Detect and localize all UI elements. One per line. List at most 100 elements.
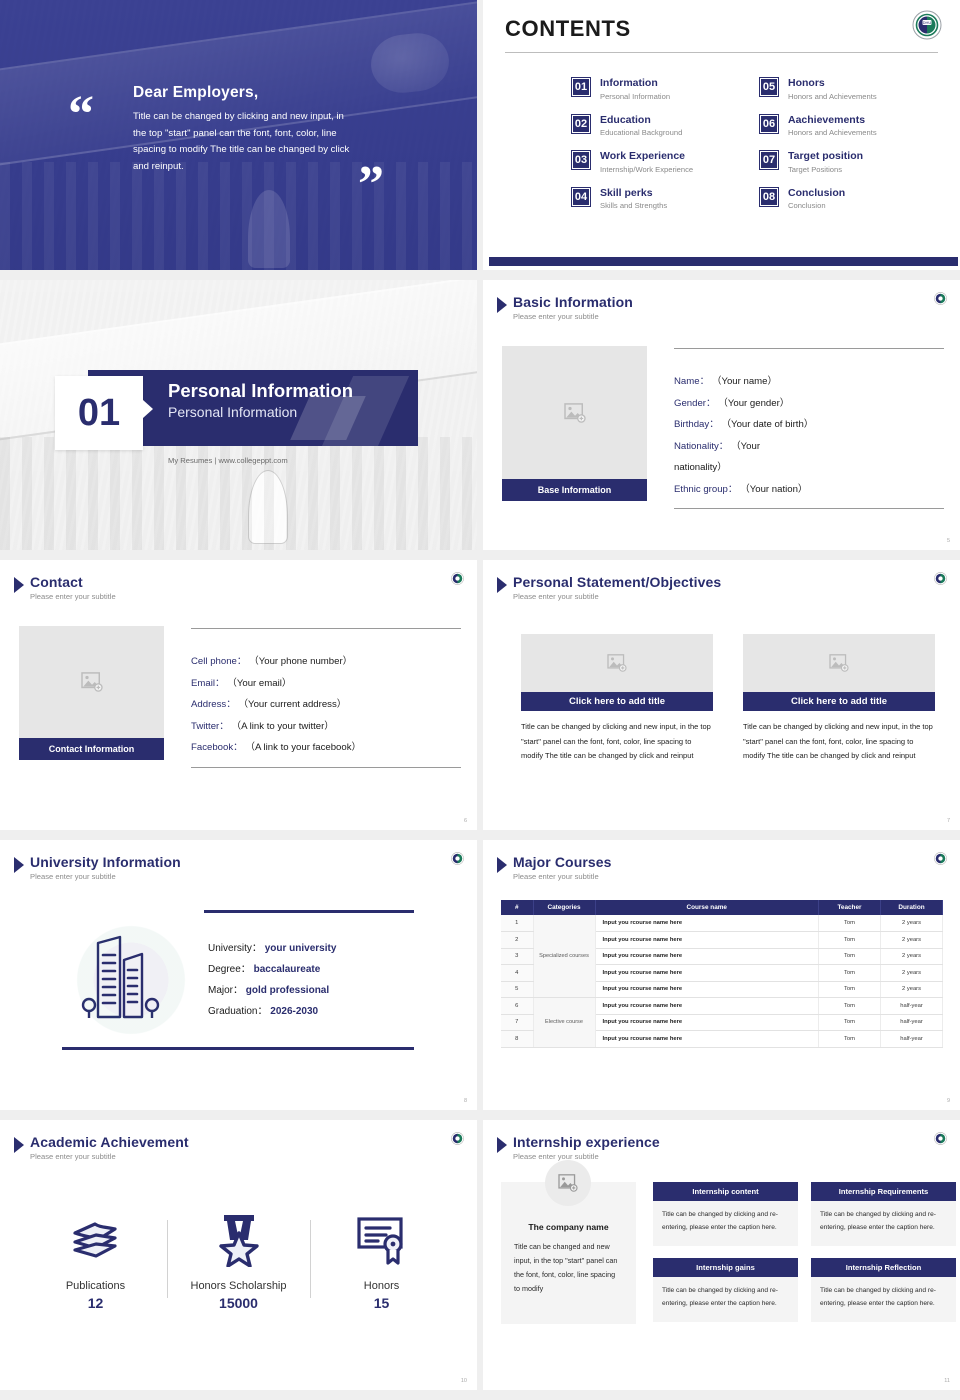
info-key: Twitter： — [191, 720, 229, 732]
info-key: University： — [208, 943, 262, 954]
toc-item[interactable]: 03 Work Experience Internship/Work Exper… — [571, 150, 731, 175]
toc-number: 01 — [571, 77, 591, 97]
cell-index: 6 — [501, 997, 534, 1015]
toc-item[interactable]: 06 Aachievements Honors and Achievements — [759, 113, 919, 139]
company-name: The company name — [528, 1222, 609, 1232]
page-number: 5 — [946, 538, 950, 544]
toc-number: 07 — [759, 150, 779, 171]
stat-value: 12 — [87, 1295, 104, 1311]
slide-header: Contact Please enter your subtitle — [14, 574, 116, 601]
toc-item[interactable]: 02 Education Educational Background — [571, 113, 731, 139]
image-placeholder[interactable] — [743, 634, 935, 692]
card-title-button[interactable]: Click here to add title — [743, 692, 935, 711]
books-icon — [24, 1212, 167, 1268]
slide-cover[interactable]: “ ” Dear Employers, Title can be changed… — [0, 0, 477, 270]
page-subtitle: Please enter your subtitle — [30, 872, 116, 881]
table-row[interactable]: 1 Specialized courses Input you rcourse … — [501, 915, 943, 998]
basic-info-body: Base Information Name： （Your name） Gende… — [502, 346, 944, 510]
card-heading: Internship Requirements — [811, 1182, 956, 1201]
university-seal-icon — [451, 1132, 464, 1145]
page-number: 9 — [946, 1098, 950, 1104]
company-card[interactable]: The company name Title can be changed an… — [501, 1160, 636, 1324]
internship-card[interactable]: Internship content Title can be changed … — [653, 1182, 798, 1248]
cell-course: Input you rcourse name here — [595, 931, 819, 949]
slide-major-courses[interactable]: Major Courses Please enter your subtitle… — [483, 840, 960, 1110]
info-key: Name： — [674, 376, 710, 387]
cell-teacher: Tom — [818, 1014, 881, 1031]
slide-header: Internship experience Please enter your … — [497, 1134, 660, 1161]
info-row: Address： （Your current address） — [191, 694, 461, 716]
internship-cards: Internship content Title can be changed … — [653, 1182, 956, 1324]
internship-card[interactable]: Internship Reflection Title can be chang… — [811, 1258, 956, 1324]
cell-index: 2 — [501, 931, 534, 949]
table-header-row: # Categories Course name Teacher Duratio… — [501, 900, 943, 915]
slide-personal-statement[interactable]: Personal Statement/Objectives Please ent… — [483, 560, 960, 830]
arrow-right-icon — [14, 577, 24, 593]
internship-card[interactable]: Internship gains Title can be changed by… — [653, 1258, 798, 1324]
toc-item[interactable]: 05 Honors Honors and Achievements — [759, 77, 919, 102]
section-subtitle: Personal Information — [168, 404, 298, 420]
university-seal-icon — [451, 852, 464, 865]
university-seal-icon — [934, 1132, 947, 1145]
university-seal-icon — [934, 292, 947, 305]
page-number: 6 — [463, 818, 467, 824]
slide-university-information[interactable]: University Information Please enter your… — [0, 840, 477, 1110]
info-key: Facebook： — [191, 742, 243, 754]
toc-item[interactable]: 07 Target position Target Positions — [759, 150, 919, 175]
achievement-stats: Publications 12 Honors Scholarship 15000 — [0, 1212, 477, 1311]
toc-item[interactable]: 04 Skill perks Skills and Strengths — [571, 186, 731, 212]
toc-subtext: Internship/Work Experience — [600, 164, 694, 174]
slide-section-divider[interactable]: 01 Personal Information Personal Informa… — [0, 280, 477, 550]
image-placeholder[interactable] — [521, 634, 713, 692]
internship-card[interactable]: Internship Requirements Title can be cha… — [811, 1182, 956, 1248]
photo-upload-card[interactable]: Base Information — [502, 346, 647, 509]
info-value: （Your email） — [227, 677, 292, 689]
info-value: 2026-2030 — [270, 1006, 319, 1017]
card-title-button[interactable]: Click here to add title — [521, 692, 713, 711]
slide-basic-information[interactable]: Basic Information Please enter your subt… — [483, 280, 960, 550]
slide-academic-achievement[interactable]: Academic Achievement Please enter your s… — [0, 1120, 477, 1390]
toc-item[interactable]: 08 Conclusion Conclusion — [759, 186, 919, 212]
section-footer-credit: My Resumes | www.collegeppt.com — [168, 456, 288, 465]
info-value: （A link to your facebook） — [245, 742, 362, 754]
info-value: （A link to your twitter） — [231, 720, 334, 732]
internship-body: The company name Title can be changed an… — [501, 1160, 956, 1324]
slide-contact[interactable]: Contact Please enter your subtitle Conta… — [0, 560, 477, 830]
image-placeholder[interactable] — [19, 626, 164, 738]
info-row: Birthday： （Your date of birth） — [674, 414, 944, 436]
cell-course: Input you rcourse name here — [595, 948, 819, 965]
page-number: 8 — [463, 1098, 467, 1104]
slide-header: Major Courses Please enter your subtitle — [497, 854, 612, 881]
stat-label: Honors — [363, 1280, 400, 1292]
stat-cell[interactable]: Honors 15 — [310, 1212, 453, 1311]
table-row[interactable]: 6 Elective course Input you rcourse name… — [501, 997, 943, 1048]
statement-card[interactable]: Click here to add title Title can be cha… — [743, 634, 935, 764]
courses-table: # Categories Course name Teacher Duratio… — [501, 900, 943, 1048]
info-key: Birthday： — [674, 419, 719, 431]
page-title: Major Courses — [513, 854, 612, 870]
toc-item[interactable]: 01 Information Personal Information — [571, 77, 731, 102]
card-heading: Internship gains — [653, 1258, 798, 1277]
add-image-icon — [80, 672, 103, 692]
image-placeholder[interactable] — [545, 1160, 591, 1206]
stat-cell[interactable]: Honors Scholarship 15000 — [167, 1212, 310, 1311]
card-body-text: Title can be changed by clicking and re-… — [653, 1277, 798, 1322]
page-title: Personal Statement/Objectives — [513, 574, 722, 590]
cell-index: 8 — [501, 1030, 534, 1048]
image-placeholder[interactable] — [502, 346, 647, 479]
slide-header: Academic Achievement Please enter your s… — [14, 1134, 189, 1161]
statement-card[interactable]: Click here to add title Title can be cha… — [521, 634, 713, 764]
photo-upload-card[interactable]: Contact Information — [19, 626, 164, 768]
cell-duration: half-year — [880, 997, 943, 1015]
toc-subtext: Honors and Achievements — [788, 91, 877, 101]
info-key: Nationality： — [674, 440, 729, 452]
toc-subtext: Conclusion — [788, 201, 826, 211]
campus-monument-decor — [248, 190, 291, 268]
toc-heading: Conclusion — [788, 186, 846, 199]
arrow-right-icon — [497, 577, 507, 593]
stat-cell[interactable]: Publications 12 — [24, 1212, 167, 1311]
field-bottom-rule — [674, 508, 944, 510]
slide-internship-experience[interactable]: Internship experience Please enter your … — [483, 1120, 960, 1390]
slide-contents[interactable]: CONTENTS DHU 01 Information Personal Inf… — [483, 0, 960, 270]
contents-title: CONTENTS — [505, 16, 631, 41]
